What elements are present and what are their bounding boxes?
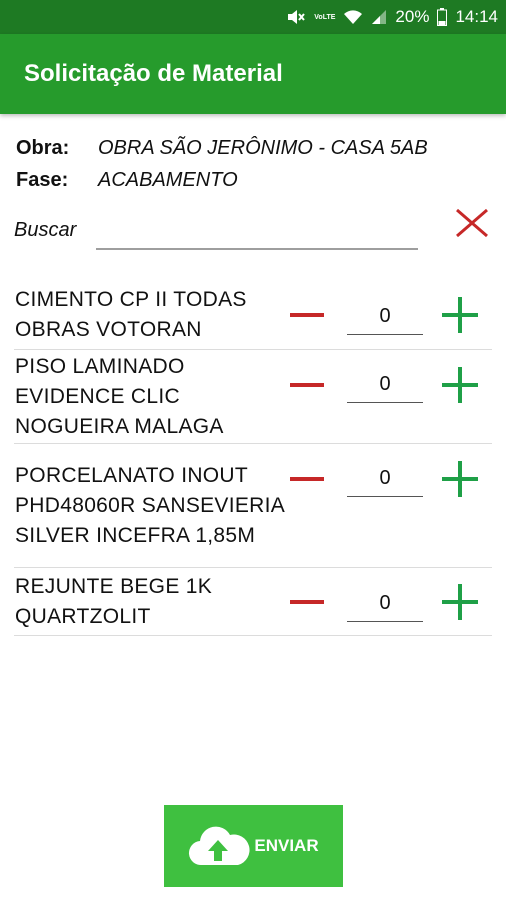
plus-icon bbox=[442, 297, 478, 333]
search-bar: Buscar bbox=[14, 208, 494, 252]
clear-search-button[interactable] bbox=[454, 208, 494, 238]
minus-icon bbox=[290, 477, 324, 481]
increase-button[interactable] bbox=[442, 461, 478, 497]
wifi-icon bbox=[343, 9, 363, 25]
battery-percent: 20% bbox=[395, 7, 430, 26]
minus-icon bbox=[290, 383, 324, 387]
list-item: PORCELANATO INOUT PHD48060R SANSEVIERIA … bbox=[14, 444, 492, 568]
increase-button[interactable] bbox=[442, 297, 478, 333]
mute-icon bbox=[286, 8, 306, 26]
list-item: REJUNTE BEGE 1K QUARTZOLIT bbox=[14, 568, 492, 636]
item-name: CIMENTO CP II TODAS OBRAS VOTORAN bbox=[15, 287, 247, 341]
send-button[interactable]: ENVIAR bbox=[164, 805, 343, 887]
decrease-button[interactable] bbox=[290, 303, 326, 327]
plus-icon bbox=[442, 461, 478, 497]
increase-button[interactable] bbox=[442, 584, 478, 620]
list-item: PISO LAMINADO EVIDENCE CLIC NOGUEIRA MAL… bbox=[14, 350, 492, 444]
minus-icon bbox=[290, 600, 324, 604]
volte-indicator: VoLTE bbox=[314, 13, 336, 21]
battery-icon bbox=[437, 8, 448, 26]
item-name: PORCELANATO INOUT PHD48060R SANSEVIERIA … bbox=[15, 463, 284, 547]
quantity-field[interactable] bbox=[347, 367, 423, 403]
item-name: PISO LAMINADO EVIDENCE CLIC NOGUEIRA MAL… bbox=[15, 354, 224, 438]
plus-icon bbox=[442, 367, 478, 403]
obra-label: Obra: bbox=[16, 136, 70, 159]
send-label: ENVIAR bbox=[254, 836, 319, 855]
fase-row: Fase: ACABAMENTO bbox=[16, 164, 496, 196]
obra-value: OBRA SÃO JERÔNIMO - CASA 5AB bbox=[98, 136, 428, 159]
quantity-field[interactable] bbox=[347, 461, 423, 497]
obra-row: Obra: OBRA SÃO JERÔNIMO - CASA 5AB bbox=[16, 132, 496, 164]
close-icon bbox=[456, 208, 488, 238]
increase-button[interactable] bbox=[442, 367, 478, 403]
search-input[interactable] bbox=[96, 214, 418, 250]
quantity-field[interactable] bbox=[347, 586, 423, 622]
minus-icon bbox=[290, 313, 324, 317]
plus-icon bbox=[442, 584, 478, 620]
material-list: CIMENTO CP II TODAS OBRAS VOTORAN PISO L… bbox=[14, 280, 492, 636]
search-label: Buscar bbox=[14, 218, 77, 241]
fase-value: ACABAMENTO bbox=[98, 168, 238, 191]
quantity-field[interactable] bbox=[347, 299, 423, 335]
clock: 14:14 bbox=[455, 7, 498, 26]
item-name: REJUNTE BEGE 1K QUARTZOLIT bbox=[15, 574, 213, 628]
decrease-button[interactable] bbox=[290, 467, 326, 491]
list-item: CIMENTO CP II TODAS OBRAS VOTORAN bbox=[14, 280, 492, 350]
work-info: Obra: OBRA SÃO JERÔNIMO - CASA 5AB Fase:… bbox=[16, 132, 496, 196]
cloud-upload-icon bbox=[189, 826, 250, 866]
page-title: Solicitação de Material bbox=[24, 60, 283, 87]
signal-icon bbox=[371, 9, 387, 25]
fase-label: Fase: bbox=[16, 168, 69, 191]
decrease-button[interactable] bbox=[290, 590, 326, 614]
app-bar: Solicitação de Material bbox=[0, 34, 506, 114]
decrease-button[interactable] bbox=[290, 373, 326, 397]
status-bar: VoLTE 20% 14:14 bbox=[0, 0, 506, 34]
